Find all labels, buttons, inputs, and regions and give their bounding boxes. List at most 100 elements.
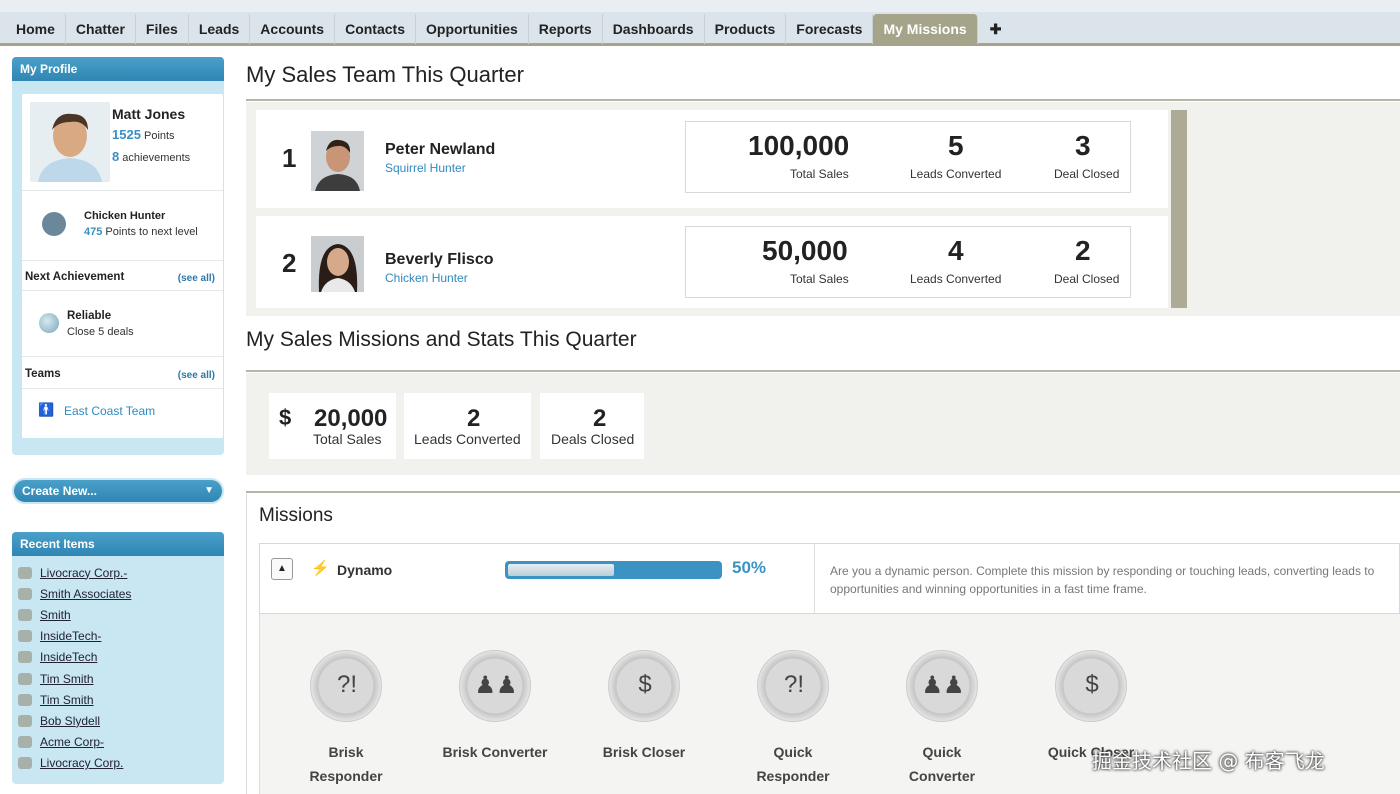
badge-glyph: $ <box>638 671 652 698</box>
piggy-bank-icon[interactable]: $ <box>608 650 680 722</box>
badge-label-line2: Converter <box>908 768 976 784</box>
sales-team-title: My Sales Team This Quarter <box>246 62 524 87</box>
deals-closed-label: Deal Closed <box>1054 272 1120 286</box>
member-name[interactable]: Peter Newland <box>385 141 495 159</box>
recent-item-link[interactable]: Bob Slydell <box>40 714 100 728</box>
account-icon <box>18 651 32 664</box>
badge-label-line2: Responder <box>309 768 383 784</box>
avatar[interactable] <box>30 102 110 182</box>
collapse-toggle-icon[interactable]: ▲ <box>271 558 293 580</box>
mission-description: Are you a dynamic person. Complete this … <box>830 564 1375 596</box>
badge-glyph: $ <box>1085 671 1099 698</box>
tab-contacts[interactable]: Contacts <box>335 14 416 44</box>
team-scrollbar[interactable] <box>1171 110 1187 308</box>
contact-icon <box>18 672 32 685</box>
tab-opportunities[interactable]: Opportunities <box>416 14 529 44</box>
team-people-icon: 🚹 <box>38 402 54 417</box>
tab-home[interactable]: Home <box>6 14 66 44</box>
badge-label-line1: Brisk Closer <box>602 744 686 760</box>
member-title[interactable]: Chicken Hunter <box>385 271 468 285</box>
member-photo-icon <box>311 131 364 191</box>
leads-converted-value: 4 <box>948 235 964 266</box>
account-icon <box>18 630 32 643</box>
total-sales-card: $ 20,000 Total Sales <box>269 393 396 459</box>
question-chat-icon[interactable]: ?! <box>310 650 382 722</box>
badge-label-line1: Quick <box>922 744 962 760</box>
tab-dashboards[interactable]: Dashboards <box>603 14 705 44</box>
member-stats-box: 50,000 Total Sales 4 Leads Converted 2 D… <box>685 226 1131 298</box>
account-icon <box>18 757 32 770</box>
avatar[interactable] <box>311 131 364 191</box>
list-item: Livocracy Corp.- <box>18 562 224 583</box>
list-item: Acme Corp- <box>18 732 224 753</box>
recent-item-link[interactable]: InsideTech <box>40 650 97 664</box>
piggy-bank-icon[interactable]: $ <box>1055 650 1127 722</box>
total-sales-label: Total Sales <box>790 272 849 286</box>
people-icon[interactable]: ♟♟ <box>906 650 978 722</box>
member-name[interactable]: Beverly Flisco <box>385 251 494 269</box>
list-item: Smith <box>18 604 224 625</box>
divider <box>22 190 223 191</box>
level-points: 475 Points to next level <box>84 226 198 238</box>
achievement-name: Reliable <box>67 310 112 322</box>
people-icon[interactable]: ♟♟ <box>459 650 531 722</box>
badge-label: Quick Converter <box>882 740 1002 788</box>
divider <box>246 370 1400 372</box>
badge-glyph: ♟♟ <box>921 672 965 699</box>
tab-list: Home Chatter Files Leads Accounts Contac… <box>6 14 1013 44</box>
tab-forecasts[interactable]: Forecasts <box>786 14 874 44</box>
mission-name[interactable]: Dynamo <box>337 562 392 578</box>
see-all-achievements-link[interactable]: (see all) <box>178 273 215 284</box>
top-tab-bar: Home Chatter Files Leads Accounts Contac… <box>0 0 1400 46</box>
recent-item-link[interactable]: Livocracy Corp.- <box>40 566 127 580</box>
account-icon <box>18 736 32 749</box>
create-new-dropdown[interactable]: Create New... ▼ <box>12 478 224 504</box>
avatar[interactable] <box>311 236 364 292</box>
list-item: Tim Smith <box>18 689 224 710</box>
profile-name[interactable]: Matt Jones <box>112 106 185 122</box>
account-icon <box>18 587 32 600</box>
add-tab-icon[interactable]: ✚ <box>978 14 1014 44</box>
tab-files[interactable]: Files <box>136 14 189 44</box>
recent-item-link[interactable]: Smith Associates <box>40 587 131 601</box>
badge-label: Brisk Responder <box>286 740 406 788</box>
tab-leads[interactable]: Leads <box>189 14 251 44</box>
recent-item-link[interactable]: Livocracy Corp. <box>40 756 123 770</box>
recent-item-link[interactable]: InsideTech- <box>40 629 101 643</box>
leads-converted-label: Leads Converted <box>910 272 1002 286</box>
team-link[interactable]: East Coast Team <box>64 404 155 418</box>
recent-item-link[interactable]: Acme Corp- <box>40 735 104 749</box>
total-sales-label: Total Sales <box>313 431 382 447</box>
list-item: InsideTech <box>18 647 224 668</box>
tab-chatter[interactable]: Chatter <box>66 14 136 44</box>
deals-closed-value: 2 <box>593 405 607 432</box>
question-chat-icon[interactable]: ?! <box>757 650 829 722</box>
progress-fill <box>508 564 614 576</box>
points-label: Points <box>143 130 175 142</box>
recent-item-link[interactable]: Tim Smith <box>40 693 94 707</box>
tab-my-missions[interactable]: My Missions <box>873 14 978 44</box>
recent-item-link[interactable]: Tim Smith <box>40 672 94 686</box>
badge-label-line1: Brisk <box>328 744 364 760</box>
badge-glyph: ♟♟ <box>474 672 518 699</box>
account-icon <box>18 608 32 621</box>
tab-accounts[interactable]: Accounts <box>250 14 336 44</box>
member-title[interactable]: Squirrel Hunter <box>385 161 466 175</box>
missions-title: Missions <box>259 505 333 526</box>
tab-reports[interactable]: Reports <box>529 14 603 44</box>
lightning-bolt-icon: ⚡ <box>311 560 330 577</box>
deals-closed-value: 2 <box>1075 235 1091 266</box>
achievements-label: achievements <box>122 152 191 164</box>
leads-converted-label: Leads Converted <box>910 167 1002 181</box>
divider <box>22 356 223 357</box>
points-value: 1525 <box>112 127 141 142</box>
list-item: InsideTech- <box>18 626 224 647</box>
recent-item-link[interactable]: Smith <box>40 608 71 622</box>
see-all-teams-link[interactable]: (see all) <box>178 370 215 381</box>
user-avatar-icon <box>30 102 110 182</box>
recent-items-list: Livocracy Corp.- Smith Associates Smith … <box>12 556 224 774</box>
deals-closed-label: Deals Closed <box>551 431 635 447</box>
badge-glyph: ?! <box>336 671 357 698</box>
list-item: Tim Smith <box>18 668 224 689</box>
tab-products[interactable]: Products <box>705 14 787 44</box>
